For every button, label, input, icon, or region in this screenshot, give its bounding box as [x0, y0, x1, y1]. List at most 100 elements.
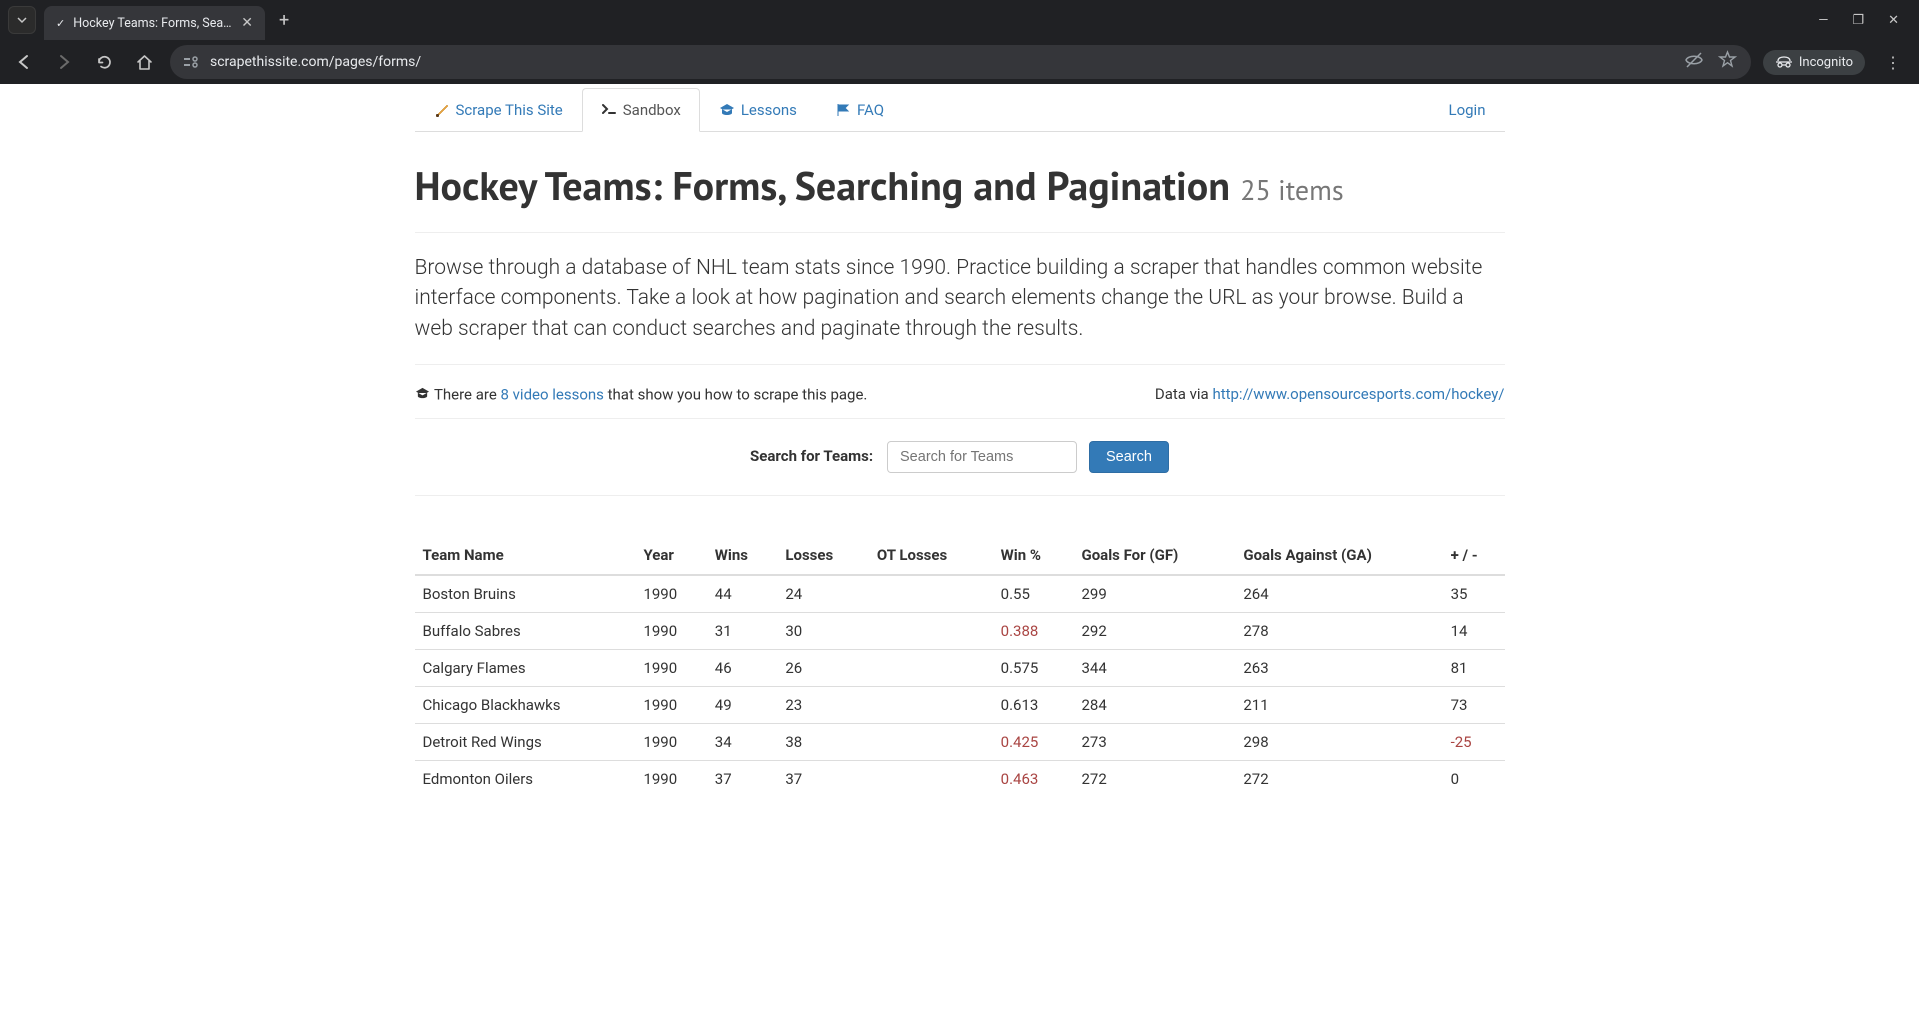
- table-row: Detroit Red Wings19903438 0.425273298-25: [415, 723, 1505, 760]
- col-wins: Wins: [707, 536, 778, 575]
- cell-year: 1990: [635, 760, 706, 797]
- window-controls: — ❐ ✕: [1818, 13, 1911, 28]
- cell-year: 1990: [635, 686, 706, 723]
- table-header-row: Team Name Year Wins Losses OT Losses Win…: [415, 536, 1505, 575]
- page-title: Hockey Teams: Forms, Searching and Pagin…: [415, 160, 1505, 212]
- col-ga: Goals Against (GA): [1235, 536, 1442, 575]
- cell-win_pct: 0.575: [993, 649, 1074, 686]
- browser-tab[interactable]: ✓ Hockey Teams: Forms, Searchin… ✕: [44, 6, 265, 40]
- tab-title: Hockey Teams: Forms, Searchin…: [73, 16, 233, 31]
- cell-losses: 23: [777, 686, 869, 723]
- cell-name: Edmonton Oilers: [415, 760, 636, 797]
- cell-gf: 299: [1073, 575, 1235, 613]
- col-win-pct: Win %: [993, 536, 1074, 575]
- cell-ot_losses: [869, 612, 993, 649]
- cell-gf: 284: [1073, 686, 1235, 723]
- table-row: Buffalo Sabres199031300.38829227814: [415, 612, 1505, 649]
- terminal-icon: [601, 102, 617, 118]
- cell-year: 1990: [635, 575, 706, 613]
- cell-name: Chicago Blackhawks: [415, 686, 636, 723]
- search-input[interactable]: [887, 441, 1077, 473]
- graduation-cap-icon: [719, 102, 735, 118]
- cell-ga: 298: [1235, 723, 1442, 760]
- cell-losses: 24: [777, 575, 869, 613]
- bookmark-star-icon[interactable]: [1718, 50, 1737, 74]
- brush-icon: [434, 102, 450, 118]
- forward-button[interactable]: [50, 48, 78, 76]
- nav-sandbox[interactable]: Sandbox: [582, 88, 700, 132]
- cell-year: 1990: [635, 723, 706, 760]
- favicon-icon: ✓: [56, 17, 65, 30]
- cell-name: Calgary Flames: [415, 649, 636, 686]
- divider: [415, 232, 1505, 233]
- cell-diff: 81: [1443, 649, 1505, 686]
- cell-gf: 292: [1073, 612, 1235, 649]
- cell-diff: -25: [1443, 723, 1505, 760]
- cell-gf: 273: [1073, 723, 1235, 760]
- browser-menu-icon[interactable]: ⋮: [1877, 53, 1909, 72]
- cell-name: Boston Bruins: [415, 575, 636, 613]
- reload-button[interactable]: [90, 48, 118, 76]
- cell-ga: 272: [1235, 760, 1442, 797]
- search-label: Search for Teams:: [750, 447, 873, 465]
- col-team-name: Team Name: [415, 536, 636, 575]
- browser-chrome: ✓ Hockey Teams: Forms, Searchin… ✕ + — ❐…: [0, 0, 1919, 84]
- cell-gf: 272: [1073, 760, 1235, 797]
- cell-ot_losses: [869, 723, 993, 760]
- site-info-icon[interactable]: [184, 55, 200, 69]
- nav-brand[interactable]: Scrape This Site: [415, 88, 582, 132]
- search-form: Search for Teams: Search: [415, 418, 1505, 496]
- data-source-link[interactable]: http://www.opensourcesports.com/hockey/: [1212, 385, 1504, 403]
- home-button[interactable]: [130, 48, 158, 76]
- cell-wins: 44: [707, 575, 778, 613]
- new-tab-button[interactable]: +: [273, 10, 295, 31]
- minimize-icon[interactable]: —: [1818, 13, 1828, 28]
- lessons-link[interactable]: 8 video lessons: [501, 386, 604, 404]
- cell-wins: 31: [707, 612, 778, 649]
- cell-ot_losses: [869, 575, 993, 613]
- divider: [415, 364, 1505, 365]
- incognito-label: Incognito: [1799, 55, 1853, 70]
- nav-faq[interactable]: FAQ: [816, 88, 903, 132]
- cell-wins: 46: [707, 649, 778, 686]
- cell-ga: 264: [1235, 575, 1442, 613]
- cell-losses: 38: [777, 723, 869, 760]
- cell-losses: 37: [777, 760, 869, 797]
- cell-ot_losses: [869, 686, 993, 723]
- cell-year: 1990: [635, 649, 706, 686]
- nav-login[interactable]: Login: [1430, 88, 1505, 132]
- cell-name: Detroit Red Wings: [415, 723, 636, 760]
- back-button[interactable]: [10, 48, 38, 76]
- url-bar[interactable]: scrapethissite.com/pages/forms/: [170, 45, 1751, 79]
- tab-search-dropdown[interactable]: [8, 6, 36, 34]
- col-losses: Losses: [777, 536, 869, 575]
- cell-name: Buffalo Sabres: [415, 612, 636, 649]
- info-row: There are 8 video lessons that show you …: [415, 385, 1505, 404]
- cell-win_pct: 0.388: [993, 612, 1074, 649]
- incognito-badge[interactable]: Incognito: [1763, 50, 1865, 75]
- lessons-note: There are 8 video lessons that show you …: [415, 385, 868, 404]
- cell-year: 1990: [635, 612, 706, 649]
- cell-win_pct: 0.463: [993, 760, 1074, 797]
- search-button[interactable]: Search: [1089, 441, 1169, 473]
- nav-lessons[interactable]: Lessons: [700, 88, 816, 132]
- maximize-icon[interactable]: ❐: [1852, 13, 1864, 28]
- table-row: Boston Bruins199044240.5529926435: [415, 575, 1505, 613]
- cell-diff: 35: [1443, 575, 1505, 613]
- eye-off-icon[interactable]: [1684, 50, 1704, 74]
- cell-wins: 37: [707, 760, 778, 797]
- cell-wins: 34: [707, 723, 778, 760]
- col-diff: + / -: [1443, 536, 1505, 575]
- close-tab-icon[interactable]: ✕: [241, 15, 253, 31]
- browser-toolbar: scrapethissite.com/pages/forms/ Incognit…: [0, 40, 1919, 84]
- page-viewport[interactable]: Scrape This Site Sandbox Lessons FAQ: [0, 84, 1919, 1018]
- cell-ga: 211: [1235, 686, 1442, 723]
- table-row: Chicago Blackhawks199049230.61328421173: [415, 686, 1505, 723]
- site-nav: Scrape This Site Sandbox Lessons FAQ: [415, 84, 1505, 132]
- close-window-icon[interactable]: ✕: [1888, 13, 1899, 28]
- tab-bar: ✓ Hockey Teams: Forms, Searchin… ✕ + — ❐…: [0, 0, 1919, 40]
- cell-diff: 14: [1443, 612, 1505, 649]
- url-text: scrapethissite.com/pages/forms/: [210, 54, 421, 70]
- cell-losses: 26: [777, 649, 869, 686]
- cell-win_pct: 0.425: [993, 723, 1074, 760]
